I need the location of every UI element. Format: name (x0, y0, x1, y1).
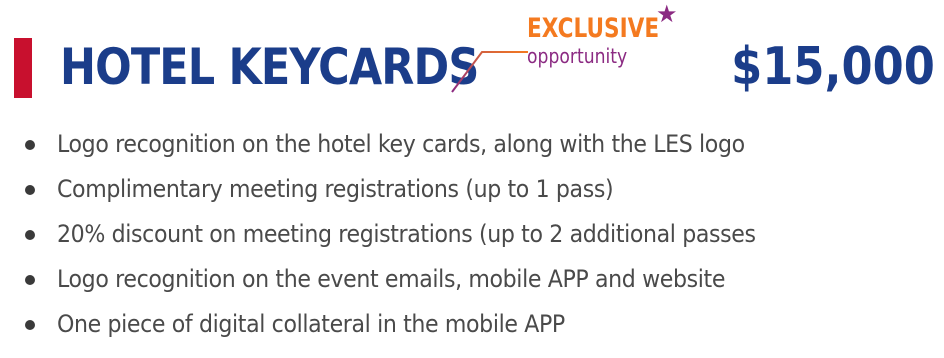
star-icon: ★ (656, 0, 678, 28)
bullet-icon (25, 320, 35, 330)
title-accent-bar (14, 38, 32, 98)
list-item: One piece of digital collateral in the m… (0, 302, 816, 347)
exclusive-badge-text: EXCLUSIVE (527, 13, 660, 44)
bullet-icon (25, 275, 35, 285)
benefit-text: Logo recognition on the hotel key cards,… (57, 130, 745, 158)
bullet-icon (25, 140, 35, 150)
list-item: Complimentary meeting registrations (up … (0, 167, 816, 212)
price-label: $15,000 (731, 37, 935, 97)
opportunity-badge-text: opportunity (527, 44, 628, 68)
bullet-icon (25, 185, 35, 195)
benefits-list: Logo recognition on the hotel key cards,… (0, 122, 816, 347)
benefit-text: 20% discount on meeting registrations (u… (57, 220, 756, 248)
list-item: Logo recognition on the event emails, mo… (0, 257, 816, 302)
bullet-icon (25, 230, 35, 240)
benefit-text: Logo recognition on the event emails, mo… (57, 265, 726, 293)
benefit-text: Complimentary meeting registrations (up … (57, 175, 614, 203)
list-item: 20% discount on meeting registrations (u… (0, 212, 816, 257)
list-item: Logo recognition on the hotel key cards,… (0, 122, 816, 167)
benefit-text: One piece of digital collateral in the m… (57, 310, 565, 338)
page-title: HOTEL KEYCARDS (60, 38, 479, 96)
